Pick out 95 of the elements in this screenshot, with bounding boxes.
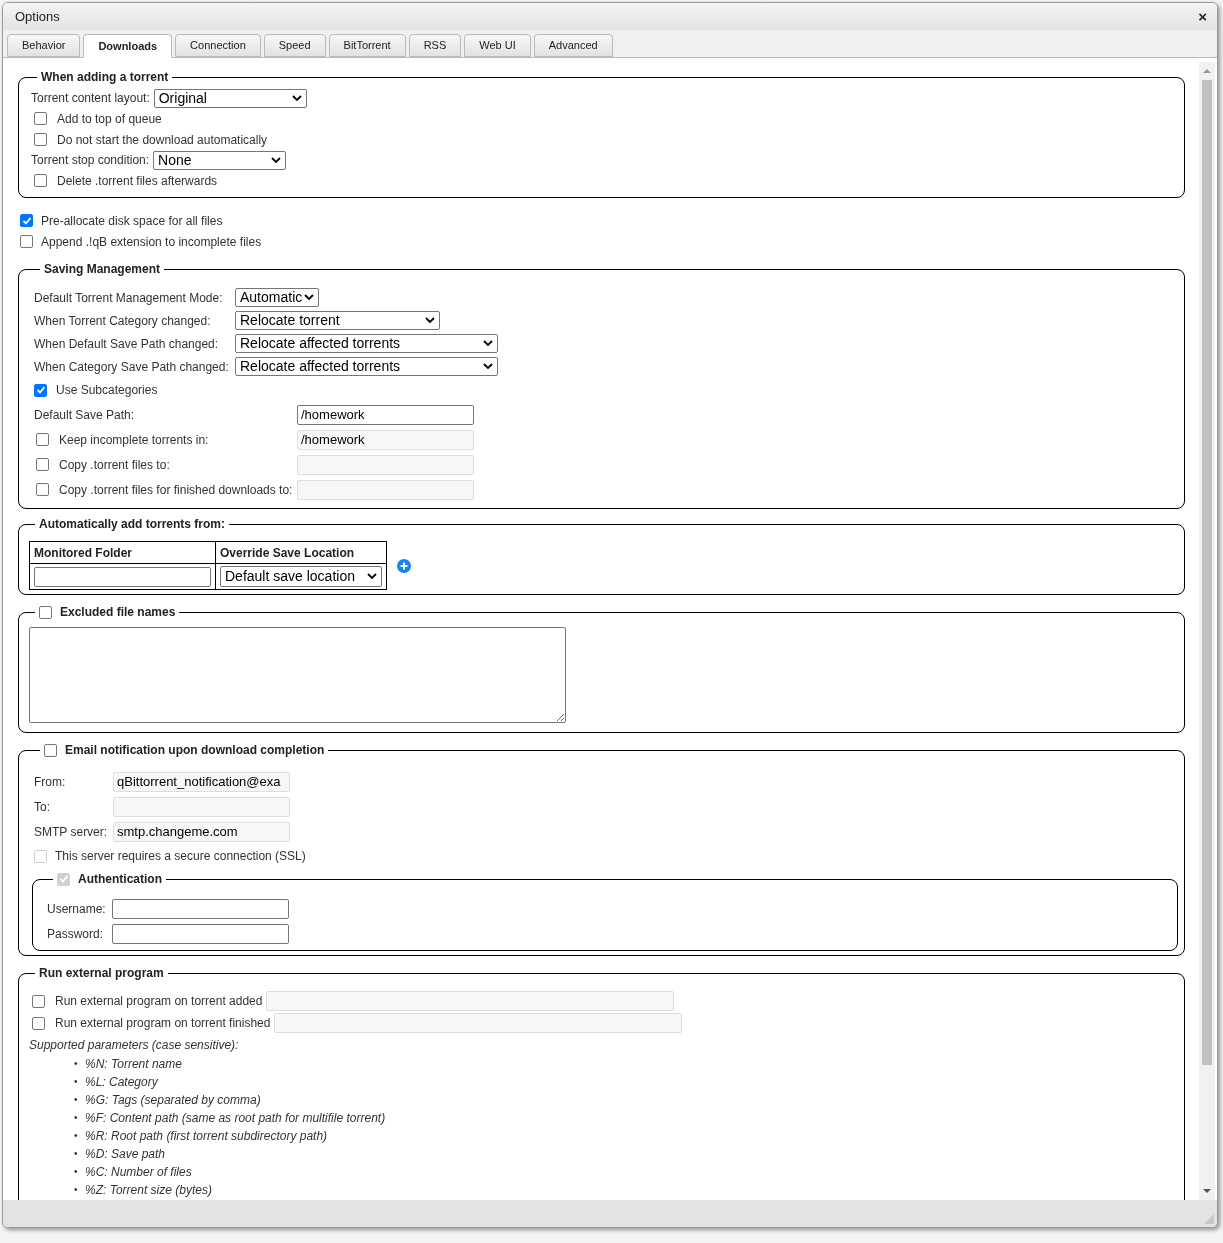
dropdown[interactable]: Relocate torrent xyxy=(235,311,440,330)
list-item: %R: Root path (first torrent subdirectory path) xyxy=(85,1128,328,1145)
list-item: %G: Tags (separated by comma) xyxy=(85,1092,261,1109)
list-item: %N: Torrent name xyxy=(85,1056,182,1073)
dropdown[interactable]: Relocate affected torrents xyxy=(235,357,498,376)
checkbox[interactable] xyxy=(20,235,33,248)
checkbox-label: This server requires a secure connection (SSL) xyxy=(55,848,306,865)
list-item: %F: Content path (same as root path for multifile torrent) xyxy=(85,1110,386,1127)
bullet: • xyxy=(74,1057,79,1071)
checkbox-label: Copy .torrent files for finished downloads to: xyxy=(59,481,293,499)
caret-icon xyxy=(304,294,314,301)
bullet: • xyxy=(74,1111,79,1125)
field-label: Username: xyxy=(47,900,107,918)
help-text: Supported parameters (case sensitive): xyxy=(29,1037,240,1054)
caret-icon xyxy=(291,94,302,102)
add-icon[interactable] xyxy=(397,558,411,573)
list-item: %D: Save path xyxy=(85,1146,166,1163)
field-label: SMTP server: xyxy=(34,823,109,841)
dropdown[interactable]: Relocate affected torrents xyxy=(235,334,498,353)
bullet: • xyxy=(74,1183,79,1197)
field-label: Torrent content layout: xyxy=(31,90,150,107)
tab[interactable]: Advanced xyxy=(533,34,613,57)
checkbox-label: Run external program on torrent added xyxy=(55,993,263,1010)
checkbox[interactable] xyxy=(34,133,47,146)
checkbox-label: Copy .torrent files to: xyxy=(59,456,170,474)
close-button[interactable]: × xyxy=(1198,9,1207,24)
field-label: When Torrent Category changed: xyxy=(34,312,212,330)
caret-icon xyxy=(483,363,493,370)
list-item: %C: Number of files xyxy=(85,1164,192,1181)
checkbox-label: Append .!qB extension to incomplete files xyxy=(41,233,262,251)
input-field[interactable]: /homework xyxy=(297,404,474,425)
column-header: Override Save Location xyxy=(215,541,387,564)
bullet: • xyxy=(74,1165,79,1179)
checkbox-label: Keep incomplete torrents in: xyxy=(59,431,209,449)
checkbox[interactable] xyxy=(34,112,47,125)
section-title: Run external program xyxy=(39,965,164,982)
scroll-down-icon[interactable] xyxy=(1203,1188,1211,1194)
checkbox[interactable] xyxy=(20,214,33,227)
bullet: • xyxy=(74,1093,79,1107)
checkbox-label: Add to top of queue xyxy=(57,110,162,128)
caret-icon xyxy=(271,156,282,164)
scrollbar-thumb[interactable] xyxy=(1202,80,1212,1065)
input-field[interactable] xyxy=(112,923,289,944)
caret-icon xyxy=(425,317,435,324)
checkbox[interactable] xyxy=(32,994,45,1008)
resize-grip-icon[interactable] xyxy=(1204,1214,1214,1224)
field-label: When Default Save Path changed: xyxy=(34,335,220,353)
section-title: Authentication xyxy=(78,871,162,888)
dropdown[interactable]: Automatic xyxy=(235,288,319,307)
checkbox[interactable] xyxy=(44,743,57,757)
checkbox[interactable] xyxy=(39,605,52,619)
field-label: Default Torrent Management Mode: xyxy=(34,289,224,307)
caret-icon xyxy=(483,340,493,347)
field-label: Password: xyxy=(47,925,105,943)
list-item: %Z: Torrent size (bytes) xyxy=(85,1182,212,1199)
tab[interactable]: RSS xyxy=(408,34,462,57)
column-header: Monitored Folder xyxy=(29,541,216,564)
caret-icon xyxy=(367,573,377,580)
section-title: Saving Management xyxy=(44,261,161,278)
field-label: Torrent stop condition: xyxy=(31,152,150,169)
list-item: %L: Category xyxy=(85,1074,158,1091)
checkbox[interactable] xyxy=(34,383,47,397)
field-label: From: xyxy=(34,773,67,791)
checkbox-label: Do not start the download automatically xyxy=(57,131,268,149)
text-area[interactable] xyxy=(29,627,566,723)
checkbox[interactable] xyxy=(32,1016,45,1030)
scroll-up-icon[interactable] xyxy=(1203,68,1211,74)
checkbox-label: Use Subcategories xyxy=(56,382,158,399)
section-title: Excluded file names xyxy=(60,604,176,621)
checkbox-label: Pre-allocate disk space for all files xyxy=(41,212,223,230)
field-label: When Category Save Path changed: xyxy=(34,358,230,376)
bullet: • xyxy=(74,1075,79,1089)
tab[interactable]: Downloads xyxy=(83,34,173,58)
tab[interactable]: Web UI xyxy=(464,34,531,57)
checkbox-label: Delete .torrent files afterwards xyxy=(57,172,218,190)
dropdown[interactable]: Original xyxy=(153,88,307,108)
window-title: Options xyxy=(15,7,60,26)
bullet: • xyxy=(74,1147,79,1161)
tab[interactable]: Speed xyxy=(263,34,326,57)
dropdown[interactable]: None xyxy=(153,150,287,170)
tab[interactable]: Behavior xyxy=(7,34,81,57)
field-label: Default Save Path: xyxy=(34,406,135,424)
bullet: • xyxy=(74,1129,79,1143)
input-field[interactable] xyxy=(34,566,211,587)
checkbox-label: Run external program on torrent finished xyxy=(55,1015,271,1032)
tab[interactable]: Connection xyxy=(175,34,261,57)
section-title: When adding a torrent xyxy=(41,69,169,86)
field-label: To: xyxy=(34,798,51,816)
dropdown[interactable]: Default save location xyxy=(220,566,382,587)
tab[interactable]: BitTorrent xyxy=(328,34,406,57)
section-title: Automatically add torrents from: xyxy=(39,516,226,533)
checkbox[interactable] xyxy=(34,174,47,187)
scrollbar[interactable] xyxy=(1199,62,1215,1200)
input-field[interactable] xyxy=(112,898,289,919)
section-title: Email notification upon download completion xyxy=(65,742,325,759)
